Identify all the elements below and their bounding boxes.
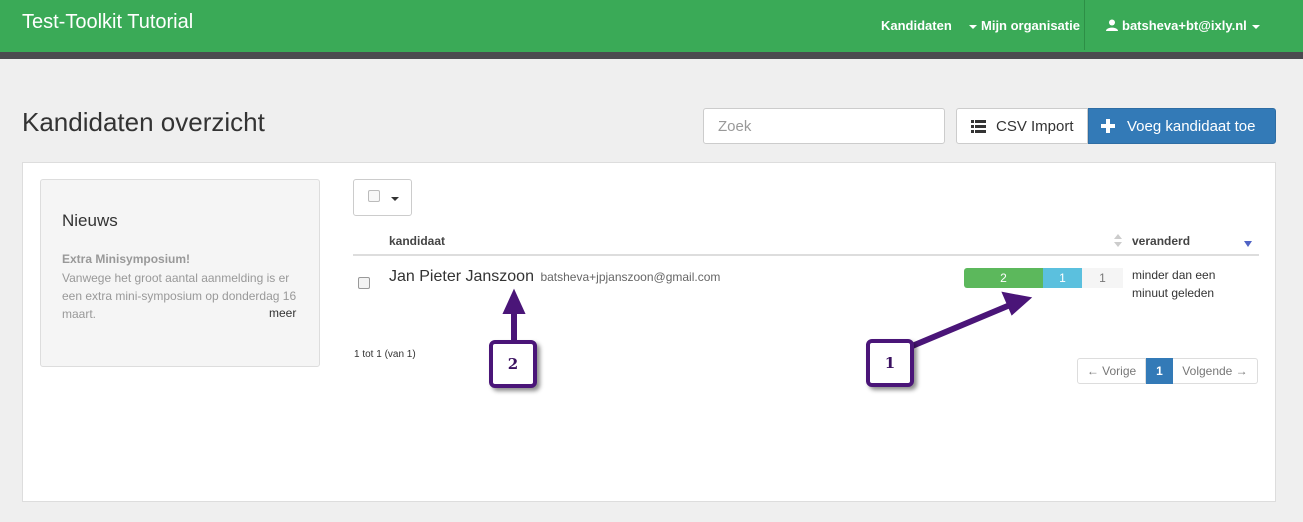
table-header-divider [353, 254, 1259, 256]
pagination-next[interactable]: Volgende → [1173, 358, 1258, 384]
add-candidate-button[interactable]: Voeg kandidaat toe [1088, 108, 1276, 144]
candidate-name[interactable]: Jan Pieter Janszoon [389, 268, 534, 285]
nav-mijn-organisatie[interactable]: Mijn organisatie [969, 18, 1080, 33]
caret-down-icon [391, 197, 399, 201]
changed-time: minder dan een minuut geleden [1132, 268, 1216, 300]
sort-desc-icon[interactable] [1244, 241, 1252, 247]
annotation-badge-1: 1 [866, 339, 914, 387]
bulk-select-dropdown[interactable] [353, 179, 412, 216]
caret-down-icon [1251, 24, 1260, 29]
column-header-kandidaat[interactable]: kandidaat [389, 234, 445, 248]
list-icon [971, 119, 986, 133]
brand-title[interactable]: Test-Toolkit Tutorial [22, 11, 193, 34]
select-all-checkbox[interactable] [368, 190, 380, 202]
top-navbar: Test-Toolkit Tutorial Kandidaten Mijn or… [0, 0, 1303, 52]
pagination: ← Vorige 1 Volgende → [1077, 358, 1258, 384]
nav-user-menu[interactable]: batsheva+bt@ixly.nl [1106, 18, 1260, 33]
row-checkbox[interactable] [358, 277, 370, 289]
progress-segment-completed: 2 [964, 268, 1043, 288]
table-row[interactable]: Jan Pieter Janszoon batsheva+jpjanszoon@… [389, 268, 720, 286]
nav-mijn-organisatie-label: Mijn organisatie [981, 18, 1080, 33]
user-icon [1106, 19, 1118, 31]
caret-down-icon [969, 24, 977, 29]
progress-bar: 2 1 1 [964, 268, 1123, 288]
search-input[interactable] [703, 108, 945, 144]
sort-icon[interactable] [1113, 234, 1123, 248]
news-body: Vanwege het groot aantal aanmelding is e… [62, 271, 297, 321]
annotation-badge-2: 2 [489, 340, 537, 388]
progress-segment-started: 1 [1043, 268, 1082, 288]
nav-divider [1084, 0, 1085, 50]
news-title: Nieuws [62, 211, 118, 230]
news-heading: Extra Minisymposium! [62, 252, 191, 266]
navbar-underline [0, 52, 1303, 59]
add-candidate-label: Voeg kandidaat toe [1127, 117, 1256, 135]
csv-import-label: CSV Import [996, 117, 1074, 135]
plus-icon [1101, 119, 1115, 133]
column-header-veranderd[interactable]: veranderd [1132, 234, 1190, 248]
csv-import-button[interactable]: CSV Import [956, 108, 1088, 144]
candidate-email: batsheva+jpjanszoon@gmail.com [540, 270, 721, 284]
progress-segment-open: 1 [1082, 268, 1123, 288]
news-more-link[interactable]: meer [269, 306, 296, 320]
page-title: Kandidaten overzicht [22, 107, 265, 137]
nav-user-email: batsheva+bt@ixly.nl [1122, 18, 1247, 33]
nav-kandidaten[interactable]: Kandidaten [881, 18, 952, 33]
pagination-prev[interactable]: ← Vorige [1077, 358, 1146, 384]
pagination-current-page[interactable]: 1 [1146, 358, 1173, 384]
result-count: 1 tot 1 (van 1) [354, 349, 416, 360]
news-box: Nieuws Extra Minisymposium! Vanwege het … [40, 179, 320, 367]
